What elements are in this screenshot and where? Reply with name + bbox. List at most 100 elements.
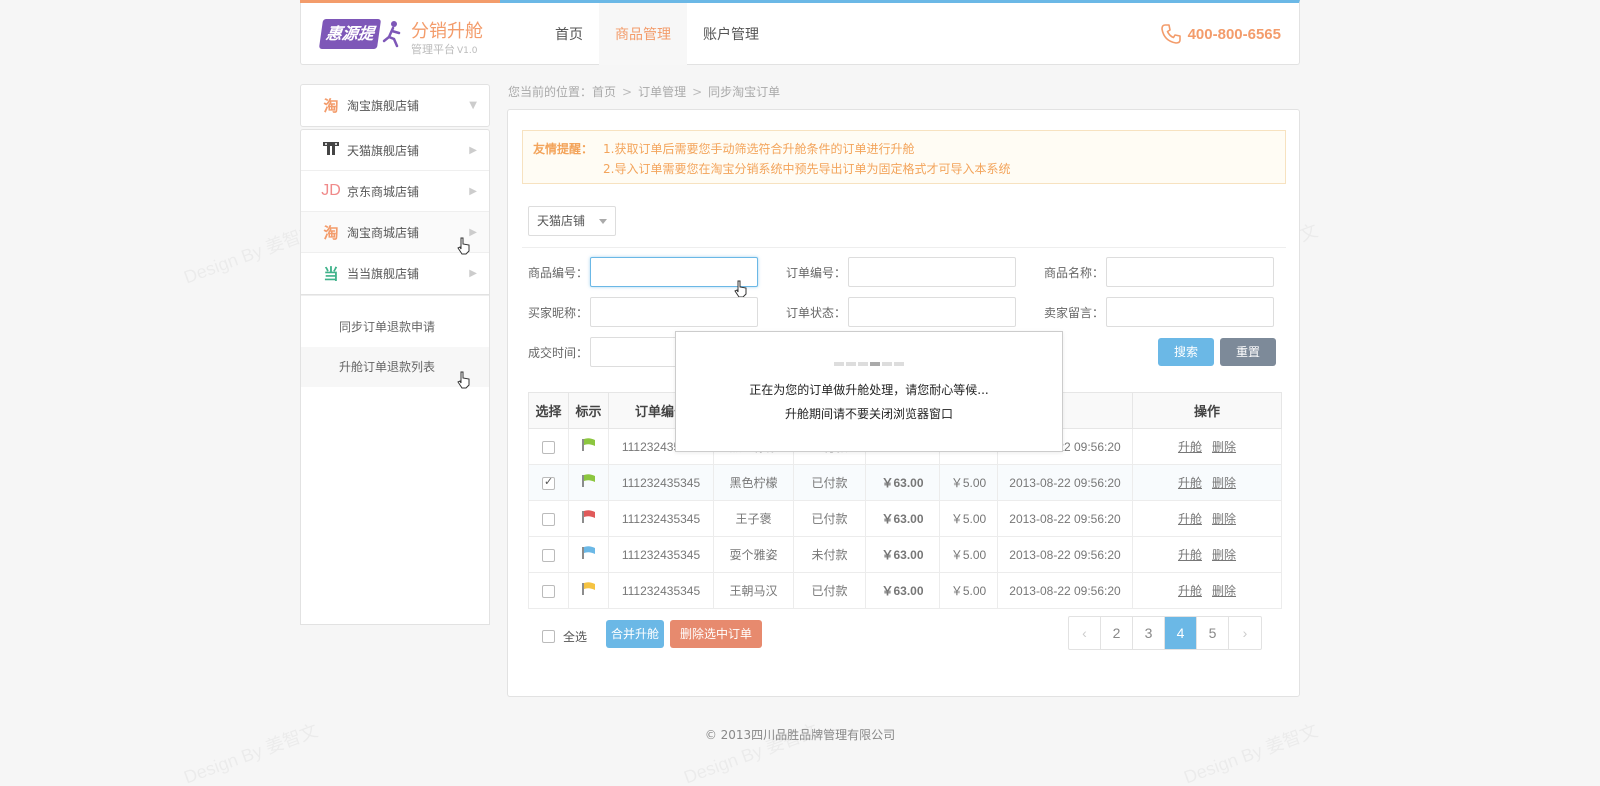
select-cell (528, 536, 569, 573)
upgrade-link[interactable]: 升舱 (1178, 476, 1202, 490)
reminder-box: 友情提醒： 1.获取订单后需要您手动筛选符合升舱条件的订单进行升舱 2.导入订单… (522, 130, 1286, 184)
buyer-nick-label: 买家昵称： (528, 305, 589, 320)
page-5[interactable]: 5 (1197, 617, 1229, 649)
breadcrumb-orders[interactable]: 订单管理 (638, 85, 686, 99)
row-checkbox[interactable] (542, 512, 555, 526)
select-cell (528, 572, 569, 609)
page-3[interactable]: 3 (1133, 617, 1165, 649)
actions-cell: 升舱 删除 (1132, 464, 1282, 501)
time-cell: 2013-08-22 09:56:20 (997, 572, 1133, 609)
chevron-right-icon: ▶ (469, 144, 477, 156)
check-all-checkbox[interactable] (542, 630, 555, 643)
buyer-cell: 黑色柠檬 (713, 464, 794, 501)
chevron-down-icon: ▼ (469, 100, 477, 111)
check-all[interactable]: 全选 (542, 628, 587, 645)
merge-upgrade-button[interactable]: 合并升舱 (606, 620, 664, 648)
page-4-current[interactable]: 4 (1165, 617, 1197, 649)
sidebar: 淘 淘宝旗舰店铺 ▼ 天猫旗舰店铺 ▶ JD 京东商城店铺 ▶ 淘 淘宝商城店铺… (300, 84, 490, 625)
next-page-button[interactable]: › (1229, 617, 1261, 649)
sidebar-item-label: 淘宝旗舰店铺 (347, 99, 420, 113)
product-name-input[interactable] (1106, 257, 1274, 287)
sidebar-item-label: 淘宝商城店铺 (347, 225, 420, 240)
phone-icon (1160, 24, 1181, 44)
upgrade-link[interactable]: 升舱 (1178, 512, 1202, 526)
submenu-sync-refund-requests[interactable]: 同步订单退款申请 (301, 307, 489, 347)
upgrade-link[interactable]: 升舱 (1178, 548, 1202, 562)
fee-cell: ￥5.00 (939, 500, 998, 537)
search-button[interactable]: 搜索 (1158, 338, 1214, 366)
sidebar-item-tmall[interactable]: 天猫旗舰店铺 ▶ (301, 130, 489, 171)
breadcrumb-home[interactable]: 首页 (592, 85, 616, 99)
delete-link[interactable]: 删除 (1212, 548, 1236, 562)
page-2[interactable]: 2 (1101, 617, 1133, 649)
store-dropdown[interactable]: 淘 淘宝旗舰店铺 ▼ (300, 84, 490, 127)
chevron-right-icon: ▶ (469, 268, 477, 279)
submenu-divider (301, 295, 489, 307)
sidebar-item-label: 当当旗舰店铺 (347, 267, 420, 281)
store-select-value: 天猫店铺 (537, 214, 586, 228)
delete-link[interactable]: 删除 (1212, 440, 1236, 454)
submenu-upgrade-refund-list[interactable]: 升舱订单退款列表 (301, 347, 489, 387)
row-checkbox[interactable] (542, 475, 555, 490)
actions-cell: 升舱 删除 (1132, 428, 1282, 465)
fee-cell: ￥5.00 (939, 536, 998, 573)
upgrade-link[interactable]: 升舱 (1178, 584, 1202, 598)
delete-selected-button[interactable]: 删除选中订单 (670, 620, 762, 648)
chevron-right-icon: ▶ (469, 226, 477, 238)
order-no-cell: 111232435345 (608, 536, 714, 573)
sidebar-item-jd[interactable]: JD 京东商城店铺 ▶ (301, 171, 489, 212)
select-cell (528, 500, 569, 537)
order-no-cell: 111232435345 (608, 572, 714, 609)
upgrade-link[interactable]: 升舱 (1178, 440, 1202, 454)
sidebar-item-taobao-mall[interactable]: 淘 淘宝商城店铺 ▶ (301, 212, 489, 253)
phone-number: 400-800-6565 (1187, 25, 1281, 43)
processing-message: 正在为您的订单做升舱处理，请您耐心等候... (749, 383, 989, 397)
deal-time-label: 成交时间： (528, 345, 589, 360)
store-select[interactable]: 天猫店铺 (528, 206, 616, 236)
order-no-input[interactable] (848, 257, 1016, 287)
product-no-input[interactable] (590, 257, 758, 287)
flag-cell (568, 464, 609, 501)
time-cell: 2013-08-22 09:56:20 (997, 464, 1133, 501)
running-figure-icon (382, 21, 401, 48)
sidebar-item-label: 京东商城店铺 (347, 184, 420, 199)
seller-msg-input[interactable] (1106, 297, 1274, 327)
reminder-label: 友情提醒： (533, 142, 594, 156)
delete-link[interactable]: 删除 (1212, 476, 1236, 490)
order-status-input[interactable] (848, 297, 1016, 327)
delete-link[interactable]: 删除 (1212, 584, 1236, 598)
col-actions: 操作 (1132, 392, 1282, 429)
nav-account-management[interactable]: 账户管理 (687, 3, 775, 65)
delete-link[interactable]: 删除 (1212, 512, 1236, 526)
fee-cell: ￥5.00 (939, 572, 998, 609)
tmall-icon (321, 140, 341, 160)
select-cell (528, 464, 569, 501)
sidebar-item-dangdang[interactable]: 当 当当旗舰店铺 ▶ (301, 253, 489, 294)
breadcrumb-separator-icon: > (692, 85, 703, 99)
order-no-label: 订单编号： (786, 265, 847, 280)
buyer-nick-input[interactable] (590, 297, 758, 327)
flag-cell (568, 500, 609, 537)
status-cell: 已付款 (793, 500, 866, 537)
breadcrumb-current: 同步淘宝订单 (708, 85, 781, 99)
row-checkbox[interactable] (542, 440, 555, 454)
green-flag-icon (581, 474, 595, 487)
main-nav: 首页 商品管理 账户管理 (539, 3, 775, 65)
time-cell: 2013-08-22 09:56:20 (997, 500, 1133, 537)
row-checkbox[interactable] (542, 584, 555, 598)
breadcrumb-prefix: 您当前的位置： (508, 85, 593, 99)
nav-home[interactable]: 首页 (539, 3, 599, 65)
status-cell: 已付款 (793, 464, 866, 501)
reset-button[interactable]: 重置 (1220, 338, 1276, 366)
top-header: 惠源提 分销升舱 管理平台 V1.0 首页 商品管理 账户管理 400-800-6… (300, 0, 1300, 65)
chevron-down-icon (599, 219, 607, 224)
brand-logo[interactable]: 惠源提 (318, 19, 382, 49)
breadcrumb-separator-icon: > (622, 85, 633, 99)
product-no-label: 商品编号： (528, 265, 589, 280)
hotline: 400-800-6565 (1160, 23, 1281, 45)
prev-page-button[interactable]: ‹ (1069, 617, 1101, 649)
sidebar-item-taobao-flagship[interactable]: 淘 淘宝旗舰店铺 ▼ (301, 85, 489, 126)
nav-product-management[interactable]: 商品管理 (599, 3, 687, 65)
row-checkbox[interactable] (542, 548, 555, 562)
status-cell: 未付款 (793, 536, 866, 573)
